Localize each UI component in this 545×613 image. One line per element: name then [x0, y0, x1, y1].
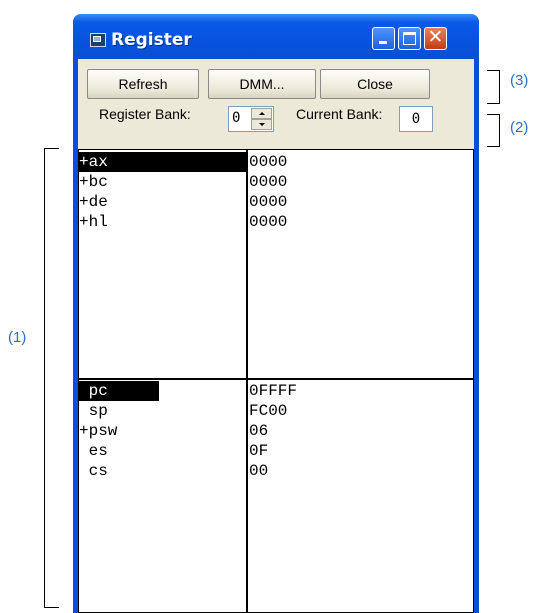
spin-down-icon[interactable] — [251, 119, 272, 130]
dialog-client-area: Refresh DMM... Close Register Bank: 0 Cu… — [78, 59, 474, 613]
annotation-bracket-3 — [487, 70, 500, 104]
register-bank-value[interactable]: 0 — [232, 110, 240, 126]
maximize-icon — [403, 32, 416, 45]
spin-up-icon[interactable] — [251, 108, 272, 119]
register-name-pc[interactable]: pc — [79, 381, 159, 401]
minimize-button[interactable] — [372, 27, 395, 50]
current-bank-label: Current Bank: — [296, 106, 383, 122]
window-title: Register — [111, 30, 192, 50]
refresh-button[interactable]: Refresh — [87, 69, 199, 99]
register-name-cs[interactable]: cs — [79, 461, 108, 481]
register-value-cs[interactable]: 00 — [249, 461, 268, 481]
register-value-ax[interactable]: 0000 — [249, 152, 287, 172]
register-value-sp[interactable]: FC00 — [249, 401, 287, 421]
annotation-label-2: (2) — [510, 119, 529, 136]
register-name-hl[interactable]: +hl — [79, 212, 108, 232]
current-bank-field: 0 — [399, 106, 433, 132]
annotation-bracket-2 — [487, 114, 500, 147]
register-window: Register ✕ Refresh DMM... Close Register… — [73, 14, 479, 613]
register-value-hl[interactable]: 0000 — [249, 212, 287, 232]
register-name-sp[interactable]: sp — [79, 401, 108, 421]
minimize-icon — [379, 41, 387, 44]
register-value-de[interactable]: 0000 — [249, 192, 287, 212]
dmm-button[interactable]: DMM... — [208, 69, 316, 99]
title-bar[interactable]: Register ✕ — [73, 14, 479, 59]
close-window-button[interactable]: ✕ — [424, 26, 447, 50]
register-bank-spinner[interactable]: 0 — [228, 106, 274, 132]
control-register-names[interactable]: pc sp +psw es cs — [79, 380, 248, 612]
register-name-ax[interactable]: +ax — [79, 152, 246, 172]
close-icon: ✕ — [427, 26, 444, 48]
register-value-bc[interactable]: 0000 — [249, 172, 287, 192]
annotation-label-1: (1) — [8, 329, 27, 346]
close-button[interactable]: Close — [320, 69, 430, 99]
general-register-names[interactable]: +ax +bc +de +hl — [79, 150, 248, 379]
annotation-bracket-1 — [44, 148, 59, 608]
register-name-es[interactable]: es — [79, 441, 108, 461]
general-register-values[interactable]: 0000 0000 0000 0000 — [248, 150, 473, 379]
register-value-psw[interactable]: 06 — [249, 421, 268, 441]
register-name-bc[interactable]: +bc — [79, 172, 108, 192]
register-name-psw[interactable]: +psw — [79, 421, 117, 441]
register-value-es[interactable]: 0F — [249, 441, 268, 461]
register-bank-label: Register Bank: — [99, 106, 191, 122]
maximize-button[interactable] — [398, 27, 421, 50]
register-app-icon — [90, 33, 106, 47]
annotation-label-3: (3) — [510, 72, 529, 89]
register-area: +ax +bc +de +hl 0000 0000 0000 0000 pc s… — [78, 149, 474, 613]
register-value-pc[interactable]: 0FFFF — [249, 381, 297, 401]
register-name-de[interactable]: +de — [79, 192, 108, 212]
control-register-values[interactable]: 0FFFF FC00 06 0F 00 — [248, 380, 473, 612]
